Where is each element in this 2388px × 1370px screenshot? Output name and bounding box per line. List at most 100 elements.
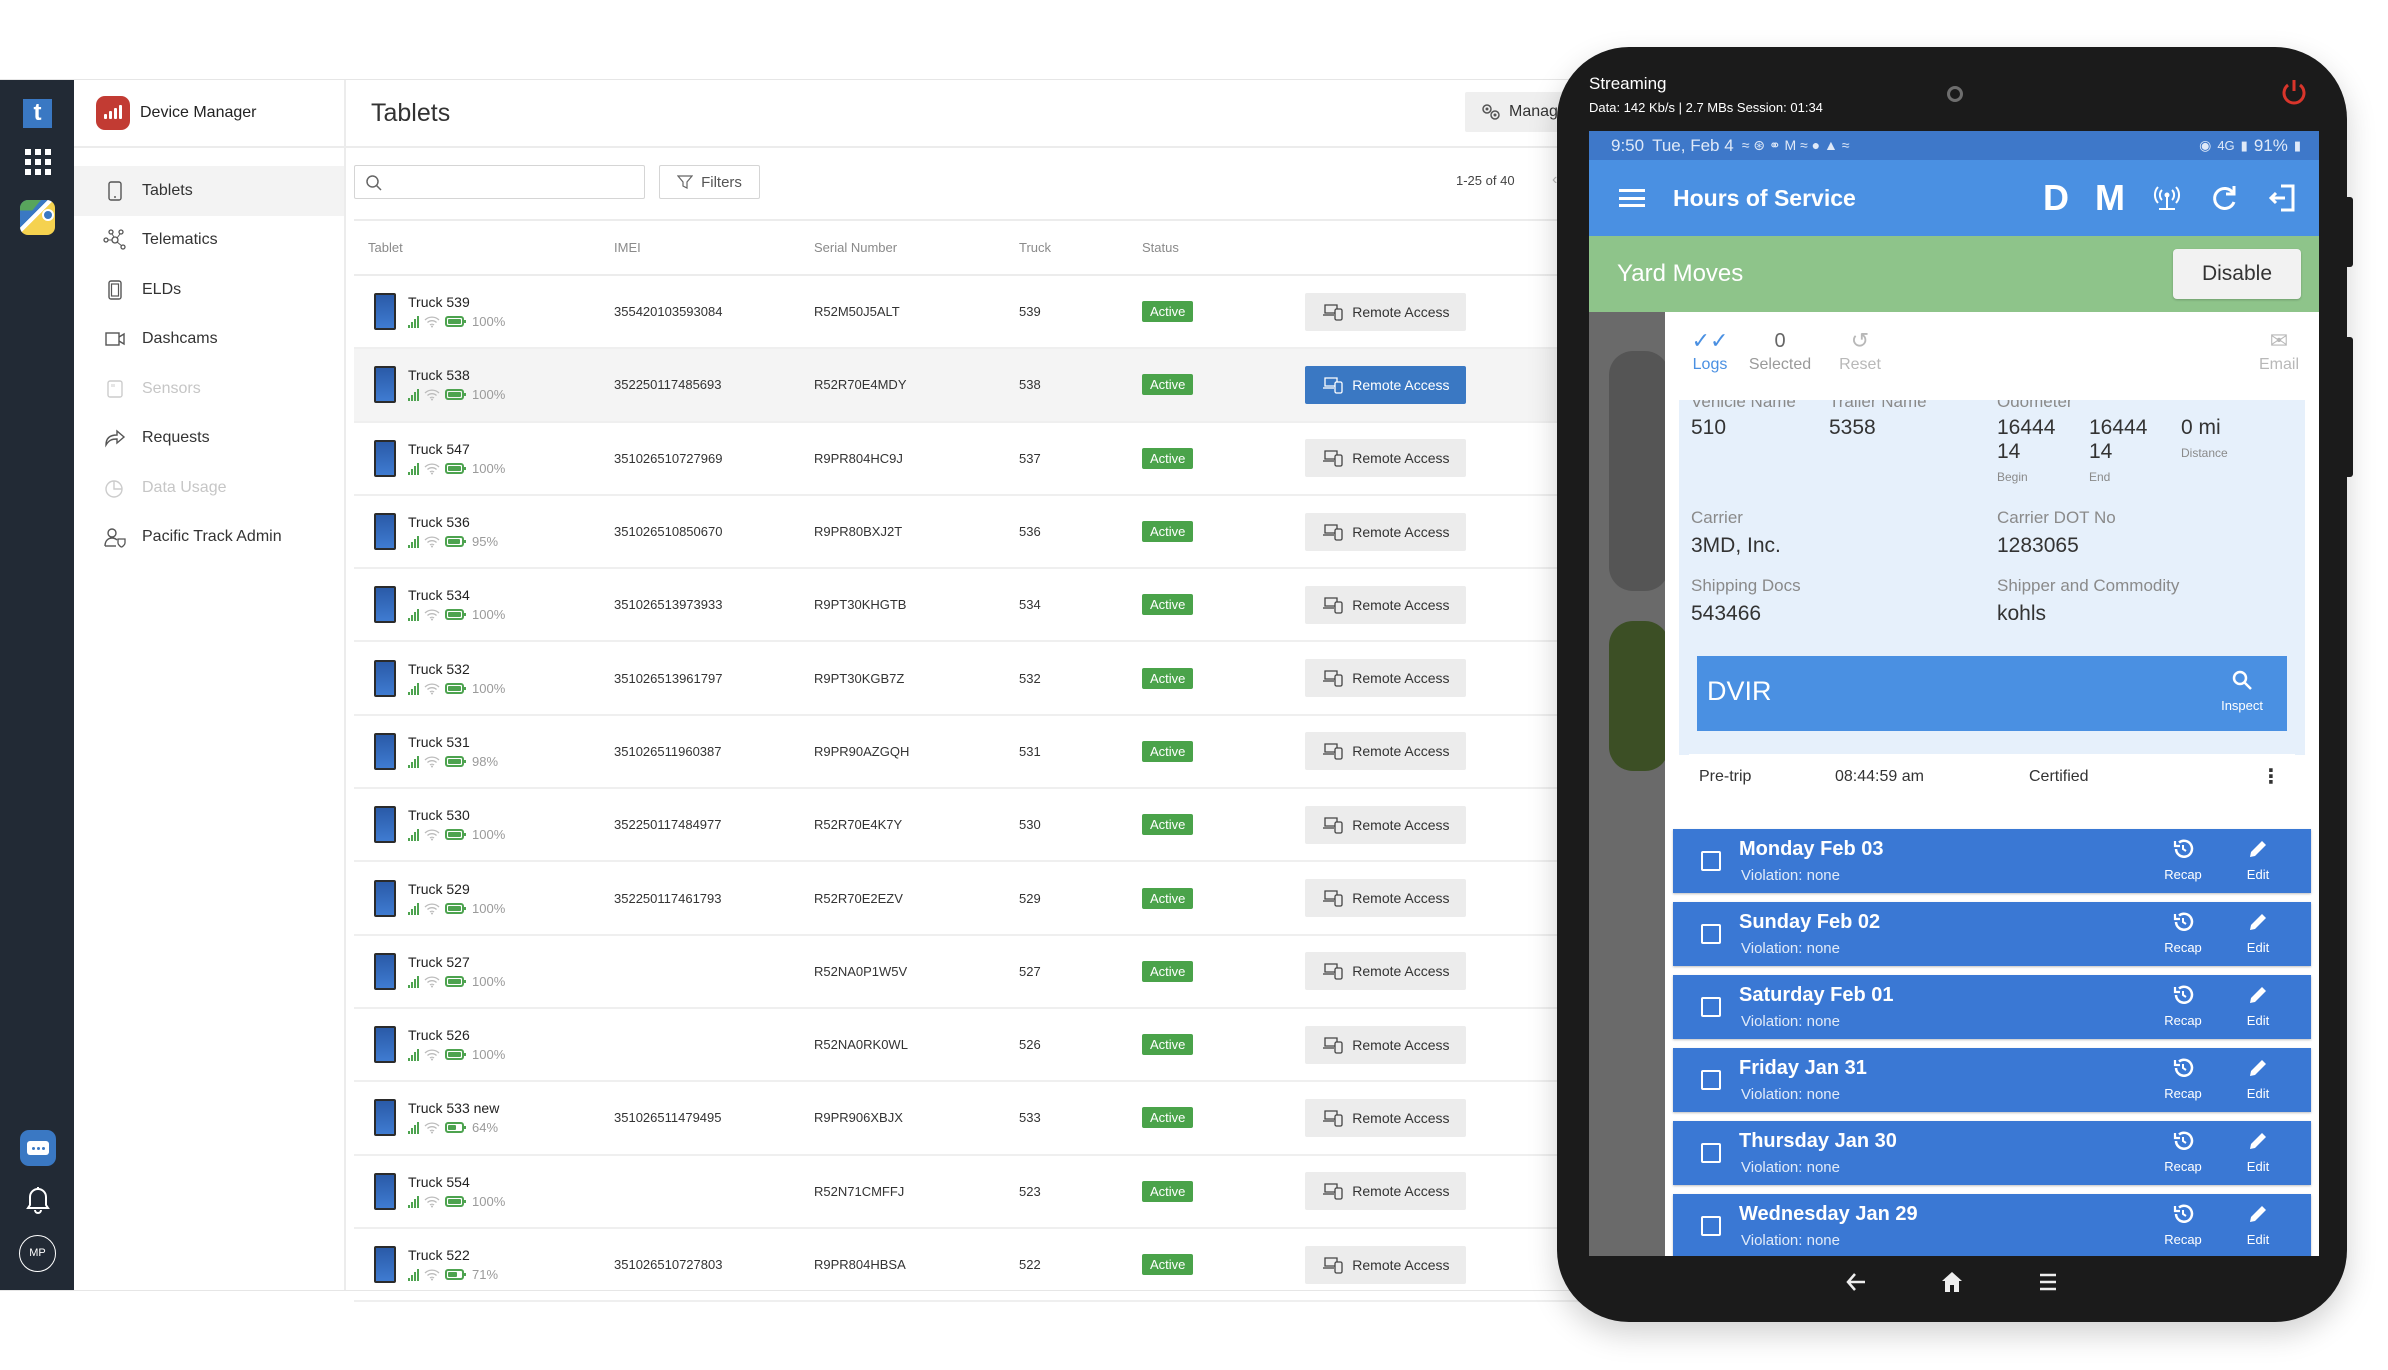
tablet-name[interactable]: Truck 529	[408, 881, 505, 897]
tablet-name[interactable]: Truck 534	[408, 587, 505, 603]
recap-button[interactable]: Recap	[2153, 1129, 2213, 1174]
edit-button[interactable]: Edit	[2228, 983, 2288, 1028]
tablet-name[interactable]: Truck 539	[408, 294, 505, 310]
table-row[interactable]: Truck 547 100% 351026510727969 R9PR804HC…	[354, 423, 1580, 496]
tablet-name[interactable]: Truck 522	[408, 1247, 498, 1263]
more-options-icon[interactable]: ⋮	[2261, 764, 2281, 789]
search-input[interactable]	[391, 171, 636, 193]
tablet-name[interactable]: Truck 526	[408, 1027, 505, 1043]
daily-log-item[interactable]: Thursday Jan 30 Violation: none Recap Ed…	[1673, 1121, 2311, 1185]
column-header-status[interactable]: Status	[1142, 240, 1342, 255]
day-checkbox[interactable]	[1701, 1216, 1721, 1236]
edit-button[interactable]: Edit	[2228, 1129, 2288, 1174]
brand-logo[interactable]: t	[23, 99, 52, 128]
daily-log-item[interactable]: Monday Feb 03 Violation: none Recap Edit	[1673, 829, 2311, 893]
user-avatar[interactable]: MP	[19, 1235, 56, 1272]
table-row[interactable]: Truck 522 71% 351026510727803 R9PR804HBS…	[354, 1229, 1580, 1303]
table-row[interactable]: Truck 527 100% R52NA0P1W5V 527 Active Re…	[354, 936, 1580, 1009]
eld-connection-icon[interactable]	[2151, 182, 2183, 214]
recap-button[interactable]: Recap	[2153, 1202, 2213, 1247]
daily-log-item[interactable]: Wednesday Jan 29 Violation: none Recap E…	[1673, 1194, 2311, 1256]
disable-yard-moves-button[interactable]: Disable	[2173, 249, 2301, 299]
remote-access-button[interactable]: Remote Access	[1305, 879, 1467, 918]
inspect-button[interactable]: Inspect	[2221, 668, 2263, 713]
maps-app-icon[interactable]	[20, 200, 55, 235]
tablet-name[interactable]: Truck 531	[408, 734, 498, 750]
column-header-imei[interactable]: IMEI	[614, 240, 814, 255]
tablet-name[interactable]: Truck 530	[408, 807, 505, 823]
driving-status-d-button[interactable]: D	[2043, 177, 2069, 219]
sidebar-item-tablets[interactable]: Tablets	[74, 166, 344, 216]
table-row[interactable]: Truck 539 100% 355420103593084 R52M50J5A…	[354, 276, 1580, 350]
day-checkbox[interactable]	[1701, 924, 1721, 944]
edit-button[interactable]: Edit	[2228, 1056, 2288, 1101]
refresh-icon[interactable]	[2209, 182, 2241, 214]
remote-access-button[interactable]: Remote Access	[1305, 1245, 1467, 1284]
sidebar-item-requests[interactable]: Requests	[74, 414, 344, 464]
day-checkbox[interactable]	[1701, 1143, 1721, 1163]
column-header-tablet[interactable]: Tablet	[354, 240, 614, 255]
table-row[interactable]: Truck 536 95% 351026510850670 R9PR80BXJ2…	[354, 496, 1580, 570]
back-icon[interactable]	[1843, 1269, 1869, 1295]
table-row[interactable]: Truck 554 100% R52N71CMFFJ 523 Active Re…	[354, 1156, 1580, 1229]
hamburger-menu-icon[interactable]	[1619, 189, 1645, 207]
table-row[interactable]: Truck 534 100% 351026513973933 R9PT30KHG…	[354, 569, 1580, 643]
app-launcher-icon[interactable]	[25, 149, 51, 175]
day-checkbox[interactable]	[1701, 1070, 1721, 1090]
day-checkbox[interactable]	[1701, 997, 1721, 1017]
recap-button[interactable]: Recap	[2153, 1056, 2213, 1101]
table-row[interactable]: Truck 531 98% 351026511960387 R9PR90AZGQ…	[354, 716, 1580, 790]
remote-access-button[interactable]: Remote Access	[1305, 952, 1467, 991]
dvir-entry[interactable]: Pre-trip 08:44:59 am Certified ⋮	[1689, 754, 2295, 802]
tablet-name[interactable]: Truck 536	[408, 514, 498, 530]
recap-button[interactable]: Recap	[2153, 910, 2213, 955]
notifications-bell-icon[interactable]	[24, 1184, 52, 1214]
remote-access-button[interactable]: Remote Access	[1305, 659, 1467, 698]
edit-button[interactable]: Edit	[2228, 1202, 2288, 1247]
remote-access-button[interactable]: Remote Access	[1305, 365, 1467, 404]
power-icon[interactable]	[2279, 77, 2309, 107]
chat-button[interactable]	[20, 1130, 56, 1166]
table-row[interactable]: Truck 532 100% 351026513961797 R9PT30KGB…	[354, 642, 1580, 716]
search-field[interactable]	[354, 165, 645, 199]
mode-m-button[interactable]: M	[2095, 177, 2125, 219]
remote-access-button[interactable]: Remote Access	[1305, 1172, 1467, 1211]
tablet-name[interactable]: Truck 527	[408, 954, 505, 970]
sidebar-item-telematics[interactable]: Telematics	[74, 216, 344, 266]
remote-access-button[interactable]: Remote Access	[1305, 585, 1467, 624]
remote-access-button[interactable]: Remote Access	[1305, 732, 1467, 771]
logout-icon[interactable]	[2267, 182, 2299, 214]
remote-access-button[interactable]: Remote Access	[1305, 1098, 1467, 1137]
tablet-name[interactable]: Truck 532	[408, 661, 505, 677]
daily-log-item[interactable]: Friday Jan 31 Violation: none Recap Edit	[1673, 1048, 2311, 1112]
daily-log-item[interactable]: Sunday Feb 02 Violation: none Recap Edit	[1673, 902, 2311, 966]
recents-icon[interactable]	[2035, 1269, 2061, 1295]
table-row[interactable]: Truck 530 100% 352250117484977 R52R70E4K…	[354, 789, 1580, 863]
remote-access-button[interactable]: Remote Access	[1305, 1025, 1467, 1064]
column-header-serial[interactable]: Serial Number	[814, 240, 1019, 255]
sidebar-item-pacific-track-admin[interactable]: Pacific Track Admin	[74, 513, 344, 563]
recap-button[interactable]: Recap	[2153, 983, 2213, 1028]
edit-button[interactable]: Edit	[2228, 910, 2288, 955]
daily-log-item[interactable]: Saturday Feb 01 Violation: none Recap Ed…	[1673, 975, 2311, 1039]
sidebar-item-dashcams[interactable]: Dashcams	[74, 315, 344, 365]
tablet-name[interactable]: Truck 538	[408, 367, 505, 383]
table-row[interactable]: Truck 529 100% 352250117461793 R52R70E2E…	[354, 862, 1580, 936]
table-row[interactable]: Truck 526 100% R52NA0RK0WL 526 Active Re…	[354, 1009, 1580, 1083]
day-checkbox[interactable]	[1701, 851, 1721, 871]
sidebar-item-elds[interactable]: ELDs	[74, 265, 344, 315]
recap-button[interactable]: Recap	[2153, 837, 2213, 882]
remote-access-button[interactable]: Remote Access	[1305, 439, 1467, 478]
reset-button[interactable]: ↺ Reset	[1825, 326, 1895, 374]
edit-button[interactable]: Edit	[2228, 837, 2288, 882]
tablet-name[interactable]: Truck 533 new	[408, 1100, 499, 1116]
remote-access-button[interactable]: Remote Access	[1305, 805, 1467, 844]
filters-button[interactable]: Filters	[659, 165, 760, 199]
tablet-name[interactable]: Truck 547	[408, 441, 505, 457]
table-row[interactable]: Truck 533 new 64% 351026511479495 R9PR90…	[354, 1082, 1580, 1156]
email-button[interactable]: ✉ Email	[2249, 326, 2309, 374]
column-header-truck[interactable]: Truck	[1019, 240, 1142, 255]
home-icon[interactable]	[1939, 1269, 1965, 1295]
remote-access-button[interactable]: Remote Access	[1305, 512, 1467, 551]
tablet-name[interactable]: Truck 554	[408, 1174, 505, 1190]
